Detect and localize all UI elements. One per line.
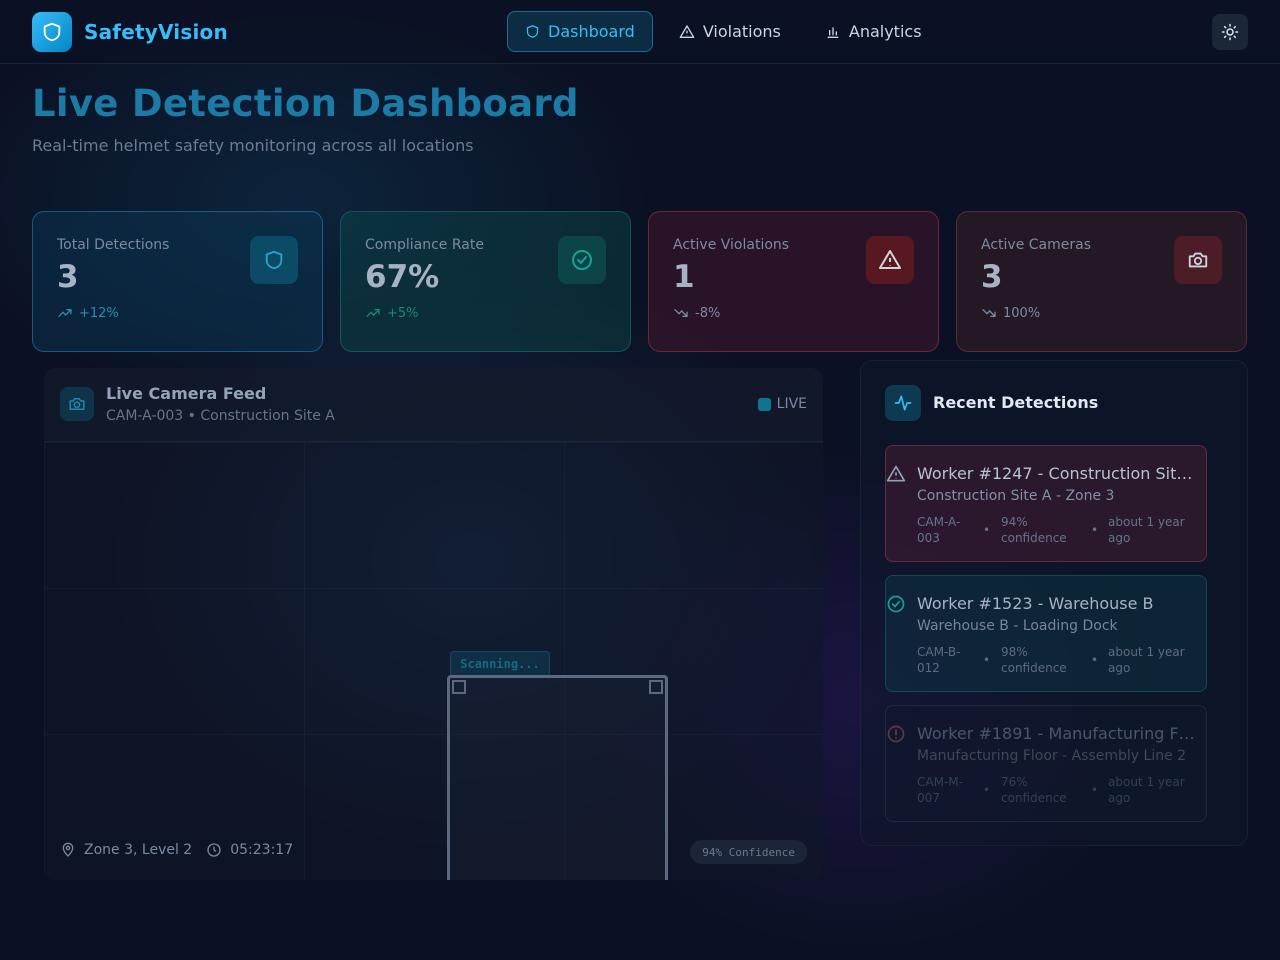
alert-circle-icon	[887, 725, 905, 743]
map-pin-icon	[62, 842, 74, 857]
detection-camera: CAM-A-003	[917, 515, 961, 545]
detection-location: Warehouse B - Loading Dock	[917, 618, 1118, 634]
brand-name[interactable]: SafetyVision	[84, 20, 228, 44]
activity-icon	[894, 395, 912, 411]
live-badge: LIVE	[757, 396, 807, 412]
theme-toggle-button[interactable]	[1212, 14, 1248, 50]
warning-icon	[886, 465, 906, 482]
recent-detections-title: Recent Detections	[933, 393, 1099, 412]
separator-dot: •	[1091, 653, 1099, 667]
bar-chart-icon	[827, 26, 839, 38]
stat-trend: +5%	[365, 305, 606, 321]
detection-location: Construction Site A - Zone 3	[917, 488, 1115, 504]
trending-up-icon	[366, 309, 380, 317]
detection-camera: CAM-B-012	[917, 645, 961, 675]
shield-icon	[526, 25, 539, 38]
nav-violations[interactable]: Violations	[661, 11, 799, 52]
logo[interactable]	[32, 12, 72, 52]
separator-dot: •	[983, 783, 991, 797]
detection-title: Worker #1891 - Manufacturing Floor	[917, 724, 1197, 743]
separator-dot: •	[983, 523, 991, 537]
camera-icon	[1188, 252, 1208, 268]
activity-icon-box	[885, 385, 921, 421]
camera-footer: Zone 3, Level 2 05:23:17	[60, 842, 293, 858]
detection-box	[447, 675, 668, 880]
detection-item[interactable]: Worker #1247 - Construction Site A Const…	[885, 445, 1207, 562]
trending-down-icon	[674, 309, 688, 317]
clock-icon	[207, 843, 221, 857]
stat-icon-box	[558, 236, 606, 284]
nav-analytics-label: Analytics	[848, 22, 922, 41]
stat-trend-value: 100%	[1003, 305, 1041, 321]
camera-icon-box	[60, 387, 94, 421]
page-title: Live Detection Dashboard	[32, 82, 579, 125]
camera-location: Zone 3, Level 2	[84, 842, 193, 858]
separator-dot: •	[1091, 783, 1099, 797]
check-circle-icon	[887, 595, 905, 613]
stat-trend: +12%	[57, 305, 298, 321]
stat-card-active-violations: Active Violations 1 -8%	[648, 211, 939, 352]
detection-confidence: 76% confidence	[1001, 775, 1067, 805]
stat-icon-box	[1174, 236, 1222, 284]
stat-trend: 100%	[981, 305, 1222, 321]
live-camera-panel: Live Camera Feed CAM-A-003 • Constructio…	[44, 368, 823, 880]
camera-header: Live Camera Feed CAM-A-003 • Constructio…	[44, 368, 823, 442]
trending-up-icon	[58, 309, 72, 317]
detection-time: about 1 year ago	[1108, 515, 1185, 545]
live-label: LIVE	[776, 396, 807, 412]
warning-icon	[679, 24, 695, 38]
detection-item[interactable]: Worker #1523 - Warehouse B Warehouse B -…	[885, 575, 1207, 692]
corner-marker	[452, 680, 466, 694]
stat-card-total-detections: Total Detections 3 +12%	[32, 211, 323, 352]
check-circle-icon	[572, 250, 592, 270]
detection-title: Worker #1247 - Construction Site A	[917, 464, 1197, 483]
stat-trend: -8%	[673, 305, 914, 321]
top-bar: SafetyVision Dashboard Violations Analyt…	[0, 0, 1280, 64]
detection-time: about 1 year ago	[1108, 775, 1185, 805]
live-indicator-icon	[757, 397, 771, 411]
page-subtitle: Real-time helmet safety monitoring acros…	[32, 136, 474, 155]
separator-dot: •	[1091, 523, 1099, 537]
detection-title: Worker #1523 - Warehouse B	[917, 594, 1154, 613]
detection-time: about 1 year ago	[1108, 645, 1185, 675]
nav-dashboard-label: Dashboard	[548, 22, 635, 41]
stat-card-compliance-rate: Compliance Rate 67% +5%	[340, 211, 631, 352]
sun-icon	[1221, 23, 1239, 41]
stat-trend-value: +12%	[79, 305, 119, 321]
detection-item[interactable]: Worker #1891 - Manufacturing Floor Manuf…	[885, 705, 1207, 822]
separator-dot: •	[983, 653, 991, 667]
stat-trend-value: +5%	[387, 305, 419, 321]
camera-title: Live Camera Feed	[106, 384, 267, 403]
camera-feed-view[interactable]	[44, 442, 823, 880]
recent-detections-panel: Recent Detections Worker #1247 - Constru…	[860, 360, 1248, 846]
detection-confidence: 94% confidence	[1001, 515, 1067, 545]
trending-down-icon	[982, 309, 996, 317]
camera-time: 05:23:17	[230, 842, 294, 858]
detection-camera: CAM-M-007	[917, 775, 963, 805]
camera-icon	[69, 398, 85, 410]
warning-icon	[879, 250, 901, 269]
nav-analytics[interactable]: Analytics	[807, 11, 940, 52]
nav-violations-label: Violations	[702, 22, 781, 41]
nav-dashboard[interactable]: Dashboard	[507, 11, 653, 52]
shield-icon	[265, 250, 283, 270]
corner-marker	[649, 680, 663, 694]
detection-confidence: 98% confidence	[1001, 645, 1067, 675]
stat-trend-value: -8%	[695, 305, 721, 321]
stat-icon-box	[250, 236, 298, 284]
scanning-label: Scanning...	[450, 651, 550, 677]
confidence-badge: 94% Confidence	[690, 840, 807, 864]
main-nav: Dashboard Violations Analytics	[507, 11, 940, 53]
stat-card-active-cameras: Active Cameras 3 100%	[956, 211, 1247, 352]
stat-icon-box	[866, 236, 914, 284]
camera-subtitle: CAM-A-003 • Construction Site A	[106, 408, 335, 424]
detection-location: Manufacturing Floor - Assembly Line 2	[917, 748, 1187, 764]
shield-icon	[43, 22, 61, 42]
